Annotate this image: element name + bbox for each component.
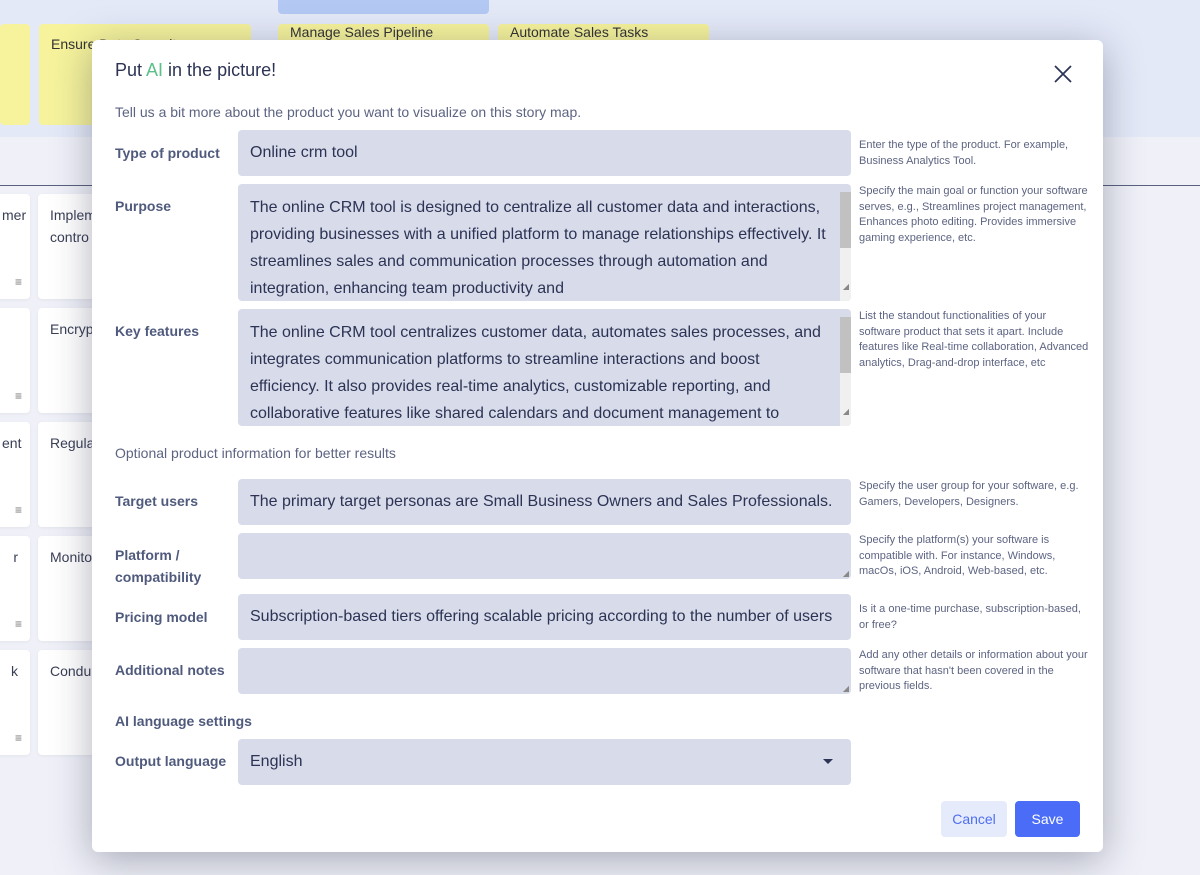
- caret-down-icon: [823, 759, 833, 764]
- dialog-title: Put AI in the picture!: [115, 60, 276, 81]
- card-text: ent: [2, 435, 22, 451]
- menu-icon[interactable]: ≡: [15, 613, 22, 635]
- scrollbar-thumb[interactable]: [840, 317, 851, 373]
- dialog-intro: Tell us a bit more about the product you…: [115, 104, 582, 120]
- resize-handle-icon[interactable]: ◢: [843, 398, 849, 425]
- purpose-text: The online CRM tool is designed to centr…: [250, 199, 826, 297]
- resize-handle-icon[interactable]: ◢: [843, 273, 849, 300]
- scrollbar-thumb[interactable]: [840, 192, 851, 248]
- story-card[interactable]: mer ≡: [0, 194, 30, 299]
- close-icon[interactable]: [1052, 63, 1074, 85]
- notes-label: Additional notes: [115, 662, 225, 678]
- title-text: in the picture!: [163, 60, 277, 80]
- type-help: Enter the type of the product. For examp…: [859, 139, 1069, 167]
- label-line: Platform /: [115, 547, 180, 563]
- story-card[interactable]: ent ≡: [0, 422, 30, 527]
- purpose-textarea[interactable]: The online CRM tool is designed to centr…: [238, 184, 851, 301]
- features-label: Key features: [115, 323, 200, 339]
- menu-icon[interactable]: ≡: [15, 727, 22, 749]
- type-of-product-input[interactable]: Online crm tool: [238, 130, 851, 176]
- sticky-note[interactable]: [0, 24, 30, 125]
- language-heading: AI language settings: [115, 713, 252, 729]
- features-text: The online CRM tool centralizes customer…: [250, 324, 821, 422]
- target-users-input[interactable]: The primary target personas are Small Bu…: [238, 479, 851, 525]
- platform-textarea[interactable]: ◢: [238, 533, 851, 579]
- users-help: Specify the user group for your software…: [859, 480, 1079, 508]
- platform-help: Specify the platform(s) your software is…: [859, 534, 1056, 577]
- title-text: Put: [115, 60, 147, 80]
- purpose-label: Purpose: [115, 198, 172, 214]
- language-label: Output language: [115, 753, 227, 769]
- features-help: List the standout functionalities of you…: [859, 310, 1089, 369]
- label-line: compatibility: [115, 569, 202, 585]
- pricing-help: Is it a one-time purchase, subscription-…: [859, 603, 1081, 631]
- type-label: Type of product: [115, 145, 220, 161]
- card-text: r: [13, 549, 18, 565]
- story-card[interactable]: ≡: [0, 308, 30, 413]
- save-button[interactable]: Save: [1015, 801, 1080, 837]
- users-label: Target users: [115, 493, 198, 509]
- menu-icon[interactable]: ≡: [15, 385, 22, 407]
- story-card[interactable]: r ≡: [0, 536, 30, 641]
- purpose-help: Specify the main goal or function your s…: [859, 185, 1088, 244]
- pricing-label: Pricing model: [115, 609, 208, 625]
- additional-notes-textarea[interactable]: ◢: [238, 648, 851, 694]
- menu-icon[interactable]: ≡: [15, 499, 22, 521]
- cancel-button[interactable]: Cancel: [941, 801, 1007, 837]
- menu-icon[interactable]: ≡: [15, 271, 22, 293]
- ai-product-dialog: Put AI in the picture! Tell us a bit mor…: [92, 40, 1103, 852]
- epic-card[interactable]: [278, 0, 489, 14]
- key-features-textarea[interactable]: The online CRM tool centralizes customer…: [238, 309, 851, 426]
- story-card[interactable]: k ≡: [0, 650, 30, 755]
- card-text: mer: [2, 207, 27, 223]
- platform-label: Platform / compatibility: [115, 544, 201, 588]
- card-text: k: [11, 663, 18, 679]
- title-accent: AI: [146, 60, 164, 80]
- pricing-model-input[interactable]: Subscription-based tiers offering scalab…: [238, 594, 851, 640]
- resize-handle-icon[interactable]: ◢: [843, 685, 849, 693]
- optional-heading: Optional product information for better …: [115, 445, 396, 461]
- language-value: English: [250, 753, 303, 770]
- output-language-select[interactable]: English: [238, 739, 851, 785]
- notes-help: Add any other details or information abo…: [859, 649, 1088, 692]
- resize-handle-icon[interactable]: ◢: [843, 570, 849, 578]
